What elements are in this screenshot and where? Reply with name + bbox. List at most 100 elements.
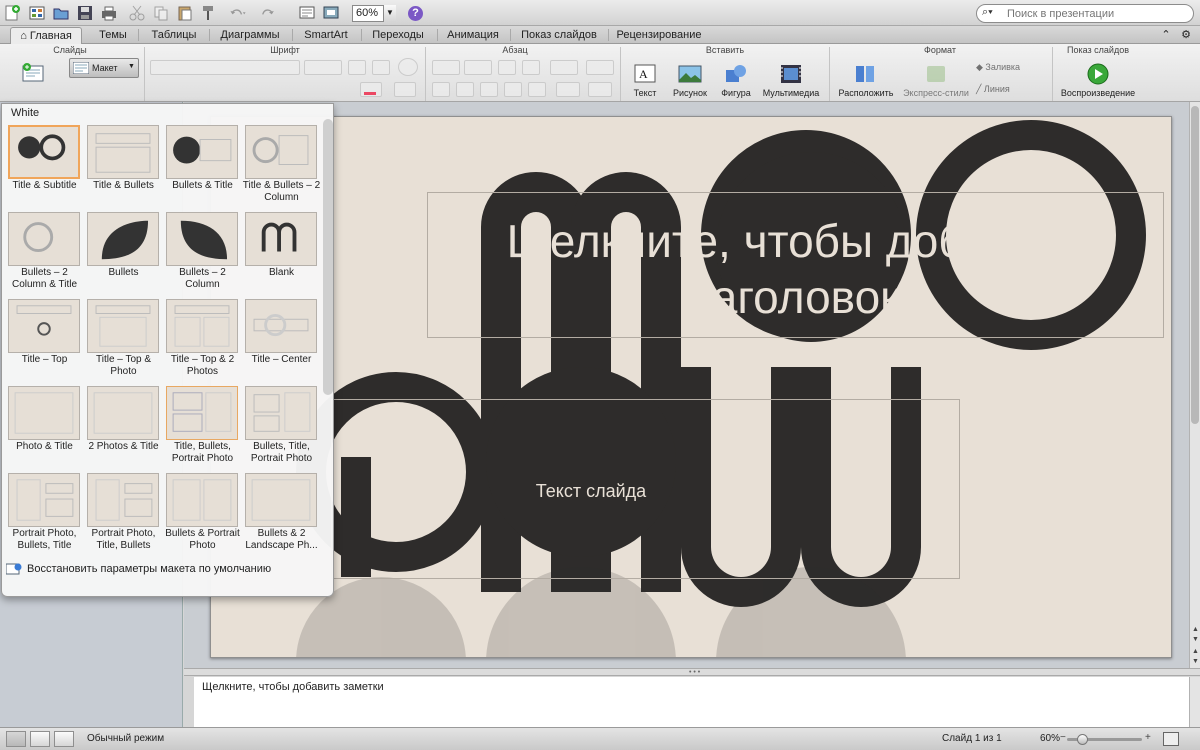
layout-option[interactable]: Bullets & 2 Landscape Ph... xyxy=(242,470,321,558)
clear-formatting-icon[interactable] xyxy=(398,58,418,76)
layout-option[interactable]: Title – Top xyxy=(5,296,84,384)
notes-pane[interactable]: Щелкните, чтобы добавить заметки xyxy=(194,677,1189,727)
new-icon[interactable] xyxy=(3,4,21,22)
tab-themes[interactable]: Темы xyxy=(93,27,133,44)
font-size-field[interactable] xyxy=(304,60,342,75)
layout-option[interactable]: Title – Center xyxy=(242,296,321,384)
insert-media-button[interactable]: Мультимедиа xyxy=(760,62,822,98)
layout-option[interactable]: Title – Top & 2 Photos xyxy=(163,296,242,384)
layout-option[interactable]: Title & Bullets – 2 Column xyxy=(242,122,321,210)
tab-tables[interactable]: Таблицы xyxy=(145,27,203,44)
grow-font-icon[interactable] xyxy=(348,60,366,75)
next-slide-icon[interactable]: ▼ xyxy=(1191,658,1200,666)
play-slideshow-button[interactable]: Воспроизведение xyxy=(1058,62,1138,98)
line-button[interactable]: ╱ Линия xyxy=(976,84,1046,95)
tab-animation[interactable]: Анимация xyxy=(443,27,503,44)
layout-option[interactable]: Bullets, Title, Portrait Photo xyxy=(242,383,321,471)
notes-splitter[interactable]: • • • xyxy=(184,668,1200,676)
previous-slide-icon[interactable]: ▲ xyxy=(1191,648,1200,656)
tab-smartart[interactable]: SmartArt xyxy=(298,27,354,44)
cut-icon[interactable] xyxy=(128,4,146,22)
redo-icon[interactable] xyxy=(260,4,286,22)
text-effects-icon[interactable] xyxy=(394,82,416,97)
zoom-out-icon[interactable]: − xyxy=(1060,732,1066,743)
numbering-icon[interactable] xyxy=(464,60,492,75)
slide-show-view-icon[interactable] xyxy=(54,731,74,747)
layout-button[interactable]: Макет ▼ xyxy=(69,58,139,78)
slide-sorter-icon[interactable] xyxy=(30,731,50,747)
distributed-icon[interactable] xyxy=(528,82,546,97)
search-icon[interactable]: ⌕▾ xyxy=(982,6,1006,22)
gallery-scrollbar[interactable] xyxy=(323,119,333,395)
ribbon-options-icon[interactable]: ⚙ xyxy=(1177,27,1195,44)
arrange-button[interactable]: Расположить xyxy=(836,62,896,98)
restore-layout-button[interactable]: Восстановить параметры макета по умолчан… xyxy=(6,562,326,578)
search-box[interactable]: ⌕▾ xyxy=(976,4,1194,23)
layout-option[interactable]: 2 Photos & Title xyxy=(84,383,163,471)
zoom-slider[interactable] xyxy=(1067,734,1142,745)
new-slide-button[interactable] xyxy=(16,62,52,88)
scroll-up-icon[interactable]: ▲ xyxy=(1191,626,1200,634)
shrink-font-icon[interactable] xyxy=(372,60,390,75)
align-left-icon[interactable] xyxy=(432,82,450,97)
fit-to-window-icon[interactable] xyxy=(1163,732,1179,746)
open-icon[interactable] xyxy=(52,4,70,22)
layout-option[interactable]: Portrait Photo, Title, Bullets xyxy=(84,470,163,558)
layout-option[interactable]: Title & Bullets xyxy=(84,122,163,210)
font-color-icon[interactable] xyxy=(360,82,382,97)
layout-option[interactable]: Title & Subtitle xyxy=(5,122,84,210)
layout-option[interactable]: Title – Top & Photo xyxy=(84,296,163,384)
bullets-icon[interactable] xyxy=(432,60,460,75)
increase-indent-icon[interactable] xyxy=(522,60,540,75)
paste-icon[interactable] xyxy=(176,4,194,22)
help-icon[interactable]: ? xyxy=(408,6,423,21)
slide-show-icon[interactable] xyxy=(298,4,316,22)
slide-icon[interactable] xyxy=(322,4,340,22)
justify-icon[interactable] xyxy=(504,82,522,97)
decrease-indent-icon[interactable] xyxy=(498,60,516,75)
quick-styles-button[interactable]: Экспресс-стили xyxy=(900,62,972,98)
tab-transitions[interactable]: Переходы xyxy=(366,27,430,44)
scroll-down-icon[interactable]: ▼ xyxy=(1191,636,1200,644)
fill-button[interactable]: ◆ Заливка xyxy=(976,62,1046,73)
notes-scrollbar[interactable] xyxy=(1189,677,1200,727)
gallery-icon[interactable] xyxy=(28,4,46,22)
text-direction-icon[interactable] xyxy=(556,82,580,97)
insert-picture-button[interactable]: Рисунок xyxy=(670,62,710,98)
tab-review[interactable]: Рецензирование xyxy=(614,27,704,44)
layout-option[interactable]: Blank xyxy=(242,209,321,297)
vertical-scrollbar[interactable]: ▲ ▼ ▲ ▼ xyxy=(1189,102,1200,668)
layout-option[interactable]: Bullets & Portrait Photo xyxy=(163,470,242,558)
splitter-grip-icon[interactable]: • • • xyxy=(689,669,700,676)
save-icon[interactable] xyxy=(76,4,94,22)
zoom-dropdown[interactable]: ▼ xyxy=(383,5,396,22)
tab-charts[interactable]: Диаграммы xyxy=(215,27,285,44)
print-icon[interactable] xyxy=(100,4,118,22)
layout-option[interactable]: Photo & Title xyxy=(5,383,84,471)
search-input[interactable] xyxy=(1007,7,1187,21)
undo-icon[interactable] xyxy=(229,4,255,22)
layout-option[interactable]: Title, Bullets, Portrait Photo xyxy=(163,383,242,471)
slide-canvas[interactable]: Щелкните, чтобы добавить заголовок Текст… xyxy=(210,116,1172,658)
collapse-ribbon-icon[interactable]: ⌃ xyxy=(1157,27,1175,44)
insert-text-button[interactable]: A Текст xyxy=(626,62,664,98)
zoom-in-icon[interactable]: + xyxy=(1145,732,1151,743)
font-name-field[interactable] xyxy=(150,60,300,75)
tab-slideshow[interactable]: Показ слайдов xyxy=(516,27,602,44)
tab-home[interactable]: ⌂ Главная xyxy=(10,27,82,45)
align-right-icon[interactable] xyxy=(480,82,498,97)
normal-view-icon[interactable] xyxy=(6,731,26,747)
layout-option[interactable]: Portrait Photo, Bullets, Title xyxy=(5,470,84,558)
copy-icon[interactable] xyxy=(152,4,170,22)
scroll-thumb[interactable] xyxy=(1191,106,1199,424)
layout-option[interactable]: Bullets – 2 Column xyxy=(163,209,242,297)
zoom-slider-knob[interactable] xyxy=(1077,734,1088,745)
insert-shape-button[interactable]: Фигура xyxy=(716,62,756,98)
layout-option[interactable]: Bullets & Title xyxy=(163,122,242,210)
align-center-icon[interactable] xyxy=(456,82,474,97)
columns-icon[interactable] xyxy=(586,60,614,75)
layout-option[interactable]: Bullets xyxy=(84,209,163,297)
align-text-icon[interactable] xyxy=(588,82,612,97)
format-painter-icon[interactable] xyxy=(200,4,218,22)
layout-option[interactable]: Bullets – 2 Column & Title xyxy=(5,209,84,297)
